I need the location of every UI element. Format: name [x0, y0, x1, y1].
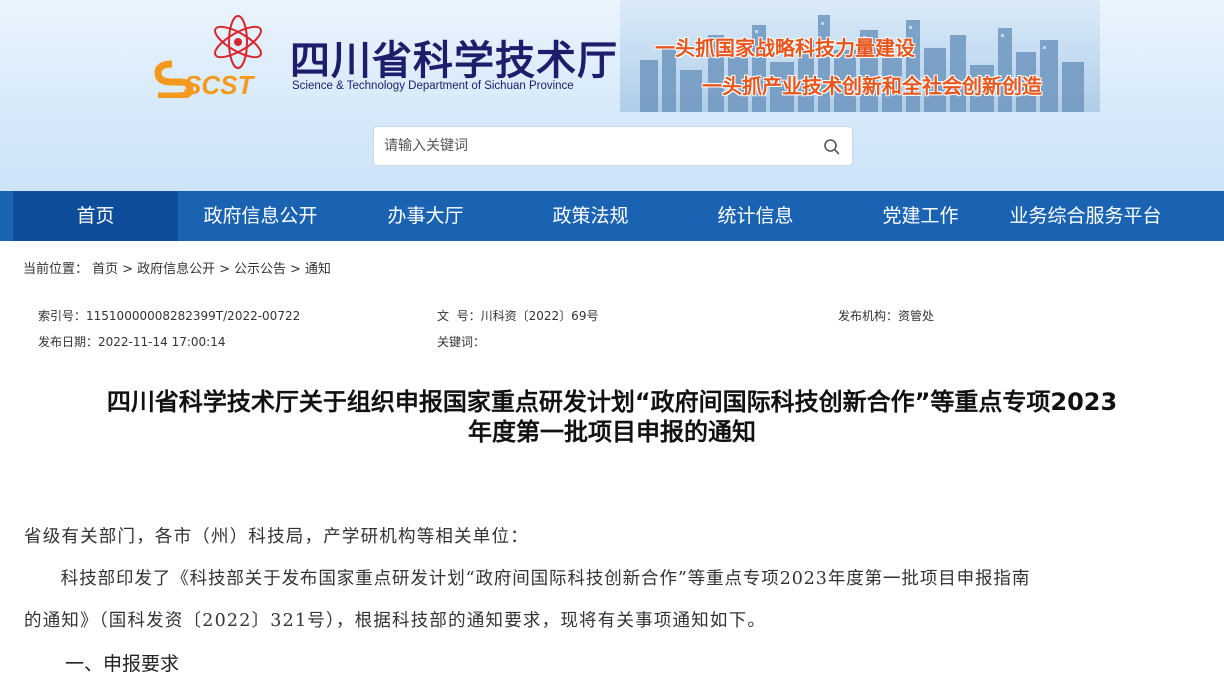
search-input[interactable]: [374, 127, 814, 165]
nav-item-statistics[interactable]: 统计信息: [673, 191, 838, 241]
breadcrumb-gov-info[interactable]: 政府信息公开: [137, 262, 215, 277]
meta-index: 索引号：11510000008282399T/2022-00722: [38, 307, 300, 324]
meta-index-label: 索引号：: [38, 309, 87, 323]
meta-org-label: 发布机构：: [838, 309, 899, 323]
meta-index-value: 11510000008282399T/2022-00722: [86, 309, 301, 323]
meta-doc-number: 文 号：川科资〔2022〕69号: [437, 307, 598, 324]
breadcrumb-separator: >: [290, 262, 301, 277]
article-title-line-2: 年度第一批项目申报的通知: [468, 418, 756, 446]
meta-doc-label: 文 号：: [437, 309, 481, 323]
nav-item-gov-info[interactable]: 政府信息公开: [178, 191, 343, 241]
article-paragraph-1-line-2: 的通知》（国科发资〔2022〕321号），根据科技部的通知要求，现将有关事项通知…: [24, 611, 767, 631]
site-subtitle: Science & Technology Department of Sichu…: [292, 80, 574, 92]
breadcrumb-separator: >: [122, 262, 134, 277]
meta-keyword-label: 关键词：: [437, 335, 486, 349]
breadcrumb-announcements[interactable]: 公示公告: [234, 262, 286, 277]
meta-org: 发布机构：资管处: [838, 307, 934, 324]
scst-logo: SCST: [154, 15, 262, 98]
breadcrumb-home[interactable]: 首页: [92, 262, 118, 277]
breadcrumb-separator: >: [219, 262, 230, 277]
main-nav: 首页 政府信息公开 办事大厅 政策法规 统计信息 党建工作 业务综合服务平台: [0, 191, 1224, 241]
nav-item-party-work[interactable]: 党建工作: [838, 191, 1003, 241]
breadcrumb-label: 当前位置：: [23, 262, 89, 277]
nav-item-service-hall[interactable]: 办事大厅: [343, 191, 508, 241]
search-box: [373, 126, 853, 166]
breadcrumb: 当前位置： 首页 > 政府信息公开 > 公示公告 > 通知: [23, 258, 331, 277]
section-heading-requirements: 一、申报要求: [65, 653, 180, 675]
site-title: 四川省科学技术厅: [290, 38, 618, 84]
meta-org-value: 资管处: [898, 309, 935, 323]
site-header: SCST 四川省科学技术厅 Science & Technology Depar…: [0, 0, 1224, 191]
meta-doc-value: 川科资〔2022〕69号: [480, 309, 599, 323]
logo-text: SCST: [184, 70, 255, 98]
article-title-line-1: 四川省科学技术厅关于组织申报国家重点研发计划“政府间国际科技创新合作”等重点专项…: [106, 388, 1118, 416]
nav-item-policies[interactable]: 政策法规: [508, 191, 673, 241]
slogan-line-2: 一头抓产业技术创新和全社会创新创造: [702, 74, 1042, 98]
meta-date-label: 发布日期：: [38, 335, 99, 349]
meta-date-value: 2022-11-14 17:00:14: [98, 335, 226, 349]
nav-item-home[interactable]: 首页: [13, 191, 178, 241]
meta-date: 发布日期：2022-11-14 17:00:14: [38, 333, 225, 350]
meta-keywords: 关键词：: [437, 333, 485, 350]
article-salutation: 省级有关部门，各市（州）科技局，产学研机构等相关单位：: [24, 527, 529, 547]
breadcrumb-notice[interactable]: 通知: [305, 262, 331, 277]
nav-item-service-platform[interactable]: 业务综合服务平台: [1003, 191, 1168, 241]
slogan-line-1: 一头抓国家战略科技力量建设: [655, 36, 915, 60]
article-title: 四川省科学技术厅关于组织申报国家重点研发计划“政府间国际科技创新合作”等重点专项…: [10, 387, 1214, 447]
search-icon[interactable]: [822, 137, 842, 157]
article-paragraph-1-line-1: 科技部印发了《科技部关于发布国家重点研发计划“政府间国际科技创新合作”等重点专项…: [24, 569, 1031, 589]
